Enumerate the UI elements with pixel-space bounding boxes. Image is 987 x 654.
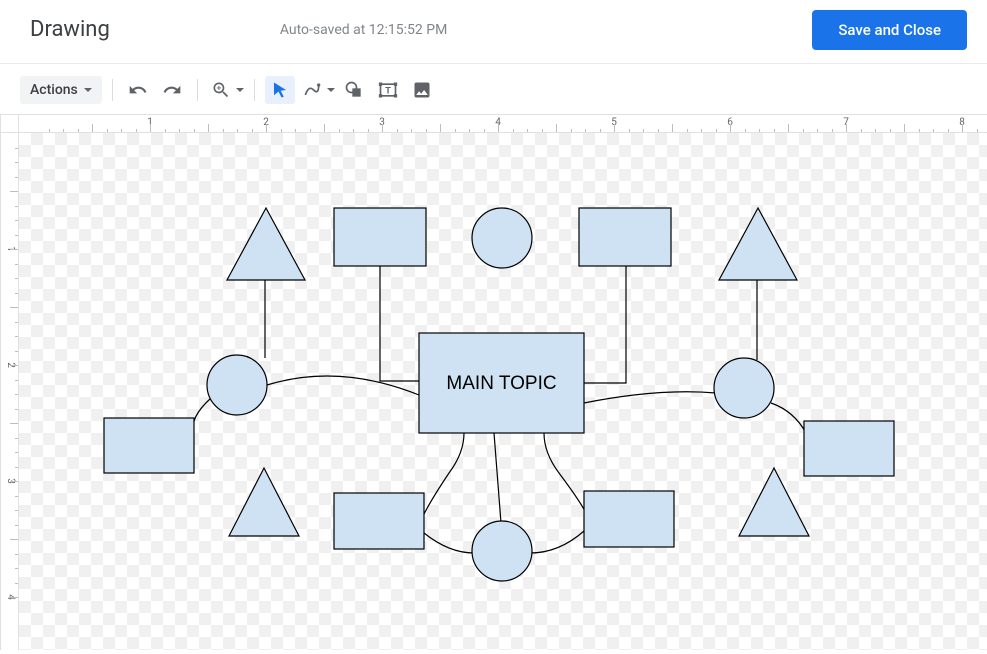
shape-tool-button[interactable] [339, 76, 369, 104]
diagram: MAIN TOPIC [19, 133, 987, 650]
redo-icon [162, 80, 182, 100]
chevron-down-icon [84, 88, 92, 92]
connector-line[interactable] [584, 266, 626, 383]
cursor-icon [271, 81, 289, 99]
drawing-canvas[interactable]: MAIN TOPIC [19, 133, 987, 650]
zoom-menu-button[interactable] [208, 76, 244, 104]
actions-label: Actions [30, 82, 78, 98]
autosave-status: Auto-saved at 12:15:52 PM [160, 22, 813, 38]
svg-text:T: T [385, 85, 391, 95]
triangle-shape[interactable] [229, 468, 299, 536]
vertical-ruler: 1234 [0, 133, 19, 650]
dialog-header: Drawing Auto-saved at 12:15:52 PM Save a… [0, 0, 987, 64]
triangle-shape[interactable] [719, 208, 797, 280]
save-and-close-button[interactable]: Save and Close [812, 10, 967, 50]
toolbar: Actions T [0, 64, 987, 114]
triangle-shape[interactable] [227, 208, 305, 280]
rectangle-shape[interactable] [579, 208, 671, 266]
connector-line[interactable] [530, 531, 584, 553]
rectangle-shape[interactable] [104, 418, 194, 473]
line-icon [302, 80, 322, 100]
connector-line[interactable] [544, 433, 590, 527]
circle-shape[interactable] [472, 208, 532, 268]
undo-icon [128, 80, 148, 100]
connector-line[interactable] [424, 533, 474, 553]
chevron-down-icon [327, 88, 335, 92]
zoom-icon-wrap [208, 76, 234, 104]
actions-menu-button[interactable]: Actions [20, 76, 102, 104]
select-tool-button[interactable] [265, 76, 295, 104]
zoom-icon [211, 80, 231, 100]
shape-icon [344, 80, 364, 100]
line-icon-wrap [299, 76, 325, 104]
textbox-icon: T [378, 80, 398, 100]
circle-shape[interactable] [714, 358, 774, 418]
rectangle-shape[interactable] [804, 421, 894, 476]
rectangle-shape[interactable] [334, 493, 424, 549]
connector-line[interactable] [193, 398, 211, 433]
connector-line[interactable] [494, 433, 501, 523]
image-tool-button[interactable] [407, 76, 437, 104]
circle-shape[interactable] [472, 521, 532, 581]
redo-button[interactable] [157, 76, 187, 104]
horizontal-ruler: 12345678 [19, 114, 987, 133]
connector-line[interactable] [584, 392, 716, 403]
rectangle-shape[interactable] [334, 208, 426, 266]
connector-line[interactable] [267, 376, 419, 395]
line-tool-button[interactable] [299, 76, 335, 104]
chevron-down-icon [236, 88, 244, 92]
circle-shape[interactable] [207, 355, 267, 415]
textbox-tool-button[interactable]: T [373, 76, 403, 104]
connector-line[interactable] [420, 433, 464, 528]
main-topic-label[interactable]: MAIN TOPIC [446, 373, 556, 394]
canvas-area: 12345678 1234 MAIN TOPIC [0, 114, 987, 650]
image-icon [412, 80, 432, 100]
triangle-shape[interactable] [739, 468, 809, 536]
rectangle-shape[interactable] [584, 491, 674, 547]
connector-line[interactable] [771, 403, 806, 433]
ruler-corner [0, 114, 19, 133]
separator [197, 79, 198, 101]
undo-button[interactable] [123, 76, 153, 104]
dialog-title: Drawing [30, 17, 110, 42]
connector-line[interactable] [380, 266, 419, 381]
separator [254, 79, 255, 101]
separator [112, 79, 113, 101]
